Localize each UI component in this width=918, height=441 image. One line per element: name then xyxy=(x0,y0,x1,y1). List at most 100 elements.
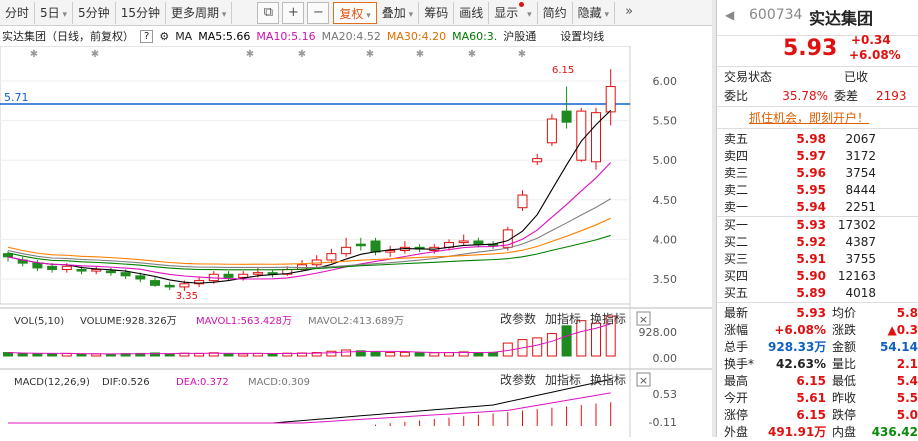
vol-panel-button[interactable]: 改参数 xyxy=(500,311,536,326)
stat-label: 量比 xyxy=(832,357,857,371)
dea-line xyxy=(8,392,611,424)
gear-icon[interactable]: ⚙ xyxy=(159,30,169,43)
simple-button[interactable]: 简约 xyxy=(538,1,573,24)
wb-label: 委比 xyxy=(724,89,749,103)
price-tick-label: 3.50 xyxy=(653,273,678,286)
hide-button[interactable]: 隐藏 xyxy=(573,1,616,24)
macd-panel-button[interactable]: 换指标 xyxy=(590,372,626,387)
event-marker: ✱ xyxy=(30,49,38,60)
volume-bar xyxy=(414,352,425,357)
collapse-icon[interactable]: » xyxy=(618,2,640,24)
ask-volume: 3172 xyxy=(845,149,876,163)
stat-label: 最高 xyxy=(724,374,749,388)
ask-label: 卖四 xyxy=(724,149,749,163)
volume-bar xyxy=(326,350,337,357)
chips-button[interactable]: 筹码 xyxy=(419,1,455,24)
macd-panel-button[interactable]: 改参数 xyxy=(500,372,536,387)
price-block: 5.93 +0.34 +6.08% xyxy=(717,33,918,66)
vol-panel-button[interactable]: 换指标 xyxy=(590,311,626,326)
ask-price: 5.96 xyxy=(796,166,826,180)
minus-icon[interactable]: − xyxy=(307,1,330,24)
volume-bar xyxy=(429,352,440,357)
draw-line-button[interactable]: 画线 xyxy=(454,1,490,24)
price-change: +0.34 xyxy=(851,33,891,47)
bid-row: 买四 5.90 12163 xyxy=(717,268,918,285)
volume-bar xyxy=(473,352,484,357)
event-marker: ✱ xyxy=(246,49,254,60)
stat-label: 昨收 xyxy=(832,391,857,405)
bid-row: 买五 5.89 4018 xyxy=(717,285,918,302)
fuquan-button[interactable]: 复权 xyxy=(333,1,377,24)
bid-price: 5.91 xyxy=(796,252,826,266)
stat-value: ▲0.3 xyxy=(887,323,918,337)
price-tick-label: 5.50 xyxy=(653,115,678,128)
candle-body xyxy=(605,86,616,113)
macd-label: MACD(12,26,9) xyxy=(14,377,90,388)
ask-book: 卖五 5.98 2067 卖四 5.97 3172 卖三 5.96 3754 卖二 5.95 8444… xyxy=(717,128,918,216)
overlay-button[interactable]: 叠加 xyxy=(377,1,420,24)
price-tick-label: 4.00 xyxy=(653,233,678,246)
ma10-line xyxy=(7,162,612,280)
macd-panel-button[interactable]: 加指标 xyxy=(545,372,581,387)
candle-body xyxy=(61,265,72,270)
tab-more-period[interactable]: 更多周期 xyxy=(166,1,233,24)
price-tick-label: 5.00 xyxy=(653,154,678,167)
help-icon[interactable]: ? xyxy=(140,29,154,43)
volume-bar xyxy=(385,352,396,357)
candle-body xyxy=(370,240,381,253)
tab-5min[interactable]: 5分钟 xyxy=(73,1,116,24)
candle-body xyxy=(517,194,528,209)
stat-label: 最新 xyxy=(724,306,749,320)
ask-price: 5.97 xyxy=(796,149,826,163)
vol-panel-button[interactable]: 加指标 xyxy=(545,311,581,326)
stat-label: 涨停 xyxy=(724,408,749,422)
candle-body xyxy=(252,272,263,275)
price-tick-label: 4.50 xyxy=(653,194,678,207)
mavol2-value: MAVOL2:413.689万 xyxy=(308,316,404,327)
ask-row: 卖一 5.94 2251 xyxy=(717,199,918,216)
candle-body xyxy=(341,246,352,255)
candle-body xyxy=(473,240,484,245)
candle-body xyxy=(458,240,469,244)
bid-label: 买二 xyxy=(724,235,749,249)
volume-bar xyxy=(76,353,87,357)
candle-body xyxy=(561,110,572,123)
bid-price: 5.90 xyxy=(796,269,826,283)
candle-body xyxy=(546,118,557,144)
ma-settings-button[interactable]: 设置均线 xyxy=(560,28,604,44)
ask-volume: 2067 xyxy=(845,132,876,146)
plus-icon[interactable]: + xyxy=(282,1,305,24)
bid-row: 买三 5.91 3755 xyxy=(717,251,918,268)
event-marker: ✱ xyxy=(518,49,526,60)
price-change-pct: +6.08% xyxy=(849,48,901,62)
back-icon[interactable]: ◀ xyxy=(725,8,734,22)
tab-15min[interactable]: 15分钟 xyxy=(116,1,166,24)
tab-fenshi[interactable]: 分时 xyxy=(0,1,36,24)
stat-value: 5.4 xyxy=(896,374,918,388)
event-marker: ✱ xyxy=(468,49,476,60)
open-account-link[interactable]: 抓住机会，即刻开户！ xyxy=(749,107,869,128)
lock-icon[interactable]: ⧉ xyxy=(257,1,280,24)
stat-value: 491.91万 xyxy=(768,425,827,439)
macd-tick-label: 0.53 xyxy=(653,388,678,401)
quote-panel: ◀ 600734 实达集团 5.93 +0.34 +6.08% 交易状态 已收 … xyxy=(716,0,918,439)
bid-price: 5.92 xyxy=(796,235,826,249)
candle-body xyxy=(532,158,543,163)
ask-price: 5.98 xyxy=(796,132,826,146)
stat-value: 5.5 xyxy=(896,391,918,405)
tab-5day[interactable]: 5日 xyxy=(35,1,74,24)
candle-body xyxy=(32,262,43,269)
display-button[interactable]: 显示 xyxy=(489,1,538,24)
candle-body xyxy=(326,253,337,261)
ma20-value: MA20:4.52 xyxy=(321,29,381,43)
stock-code: 600734 xyxy=(749,7,803,23)
bid-volume: 12163 xyxy=(837,269,876,283)
ask-volume: 8444 xyxy=(845,183,876,197)
volume-bar xyxy=(561,325,572,357)
quote-header: ◀ 600734 实达集团 xyxy=(717,0,918,36)
price-level-label: 5.71 xyxy=(4,91,29,104)
stats-row: 总手 928.33万 金额 54.14 xyxy=(717,339,918,356)
bid-row: 买一 5.93 17302 xyxy=(717,217,918,234)
kline-chart[interactable]: 6.00 5.50 5.00 4.50 4.00 3.50 ✱ ✱ ✱ ✱ ✱ ✱ ✱ ✱ 5.71 6.15… xyxy=(0,46,712,437)
stat-label: 均价 xyxy=(832,306,857,320)
